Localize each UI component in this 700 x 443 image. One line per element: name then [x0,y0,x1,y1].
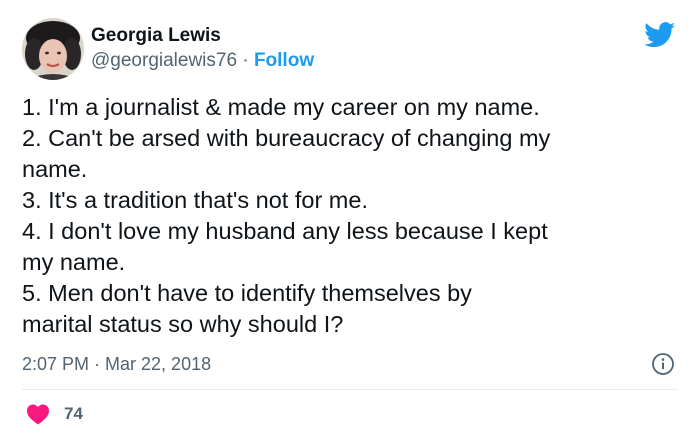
divider [22,389,678,390]
tweet-text-line: 5. Men don't have to identify themselves… [22,280,472,306]
author-handle[interactable]: @georgialewis76 [91,50,237,71]
avatar[interactable] [22,18,84,80]
tweet-text: 1. I'm a journalist & made my career on … [22,92,682,340]
info-icon[interactable] [651,352,675,376]
heart-icon[interactable] [26,403,50,425]
tweet-text-line: name. [22,156,88,182]
tweet-timestamp[interactable]: 2:07 PM · Mar 22, 2018 [22,352,211,376]
tweet-text-line: 1. I'm a journalist & made my career on … [22,94,540,120]
tweet-card: Georgia Lewis @georgialewis76 · Follow 1… [0,0,700,443]
tweet-text-line: my name. [22,249,126,275]
like-action[interactable]: 74 [26,402,83,426]
tweet-text-line: 4. I don't love my husband any less beca… [22,218,548,244]
like-count: 74 [64,404,83,423]
twitter-bird-icon[interactable] [644,22,676,48]
tweet-text-line: 2. Can't be arsed with bureaucracy of ch… [22,125,551,151]
author-handle-row: @georgialewis76 · Follow [91,50,314,72]
tweet-text-line: marital status so why should I? [22,311,344,337]
avatar-image [22,18,84,80]
handle-separator: · [237,50,254,71]
tweet-text-line: 3. It's a tradition that's not for me. [22,187,368,213]
author-display-name[interactable]: Georgia Lewis [91,25,221,47]
follow-button[interactable]: Follow [254,50,314,71]
